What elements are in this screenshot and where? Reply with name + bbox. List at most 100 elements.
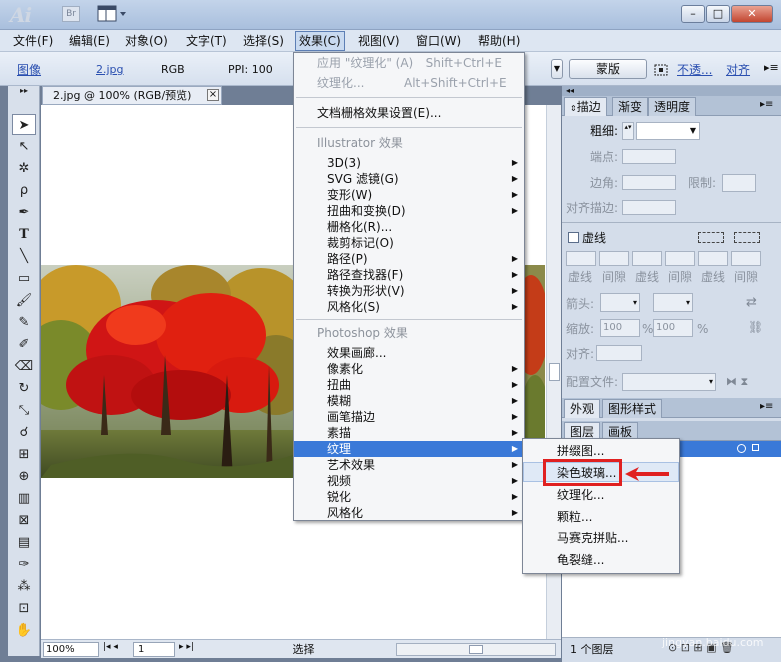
forest-photo[interactable] [41, 265, 293, 478]
gap-field-1[interactable] [599, 251, 629, 266]
limit-field[interactable] [722, 174, 756, 192]
blob-brush-tool-icon[interactable]: ✐ [12, 334, 36, 355]
horizontal-scrollbar[interactable] [396, 643, 556, 656]
arrowhead-start-dropdown[interactable]: ▾ [600, 293, 640, 312]
zoom-field[interactable]: 100% [43, 642, 99, 657]
menu-edit[interactable]: 编辑(E) [66, 33, 113, 49]
menu-item-svg-filters[interactable]: SVG 滤镜(G) ▶ [294, 171, 524, 187]
dock-collapse-icon[interactable]: ◂◂ [562, 86, 781, 96]
align-arrow-buttons[interactable] [596, 345, 642, 361]
rotate-tool-icon[interactable]: ↻ [12, 378, 36, 399]
layer-selection-icon[interactable] [752, 444, 759, 451]
menu-item-sketch[interactable]: 素描 ▶ [294, 425, 524, 441]
menu-item-pixelate[interactable]: 像素化 ▶ [294, 361, 524, 377]
menu-item-sharpen[interactable]: 锐化 ▶ [294, 489, 524, 505]
warp-tool-icon[interactable]: ☌ [12, 422, 36, 443]
status-mode[interactable]: 选择 [221, 642, 386, 657]
artboard-tool-icon[interactable]: ⊡ [12, 598, 36, 619]
menu-item-stylize-ai[interactable]: 风格化(S) ▶ [294, 299, 524, 315]
dash-field-2[interactable] [632, 251, 662, 266]
dash-style-1-icon[interactable] [698, 232, 724, 243]
menu-help[interactable]: 帮助(H) [475, 33, 523, 49]
menu-file[interactable]: 文件(F) [10, 33, 56, 49]
corner-buttons[interactable] [622, 175, 676, 190]
link-scale-icon[interactable]: ⛓ [748, 320, 763, 334]
submenu-item-texturizer[interactable]: 纹理化... [523, 485, 679, 505]
tab-graphic-styles[interactable]: 图形样式 [602, 399, 663, 418]
menu-item-warp[interactable]: 变形(W) ▶ [294, 187, 524, 203]
menu-item-brush-strokes[interactable]: 画笔描边 ▶ [294, 409, 524, 425]
submenu-item-craquelure[interactable]: 龟裂缝... [523, 550, 679, 570]
menu-item-video[interactable]: 视频 ▶ [294, 473, 524, 489]
toolbar-collapse-icon[interactable]: ▸▸ [12, 86, 36, 96]
flip-profile-icon[interactable]: ⧓ ⧗ [726, 375, 748, 389]
shape-builder-tool-icon[interactable]: ⊕ [12, 466, 36, 487]
menu-item-convert-to-shape[interactable]: 转换为形状(V) ▶ [294, 283, 524, 299]
hscroll-thumb[interactable] [469, 645, 483, 654]
magic-wand-tool-icon[interactable]: ✲ [12, 158, 36, 179]
align-link[interactable]: 对齐 [726, 63, 750, 77]
direct-selection-tool-icon[interactable]: ↖ [12, 136, 36, 157]
close-button[interactable]: ✕ [731, 5, 773, 23]
panel-menu-icon[interactable]: ▸≡ [764, 61, 779, 75]
gap-field-3[interactable] [731, 251, 761, 266]
scroll-thumb[interactable] [549, 363, 560, 381]
gap-field-2[interactable] [665, 251, 695, 266]
tab-stroke[interactable]: ⇕描边 [564, 97, 607, 116]
tab-gradient[interactable]: 渐变 [612, 97, 649, 116]
submenu-item-patchwork[interactable]: 拼缀图... [523, 441, 679, 461]
pencil-tool-icon[interactable]: ✎ [12, 312, 36, 333]
scale-field-2[interactable]: 100 [653, 319, 693, 337]
menu-item-texture[interactable]: 纹理 ▶ [294, 441, 524, 457]
paintbrush-tool-icon[interactable]: 🖌 [12, 290, 36, 311]
menu-item-pathfinder[interactable]: 路径查找器(F) ▶ [294, 267, 524, 283]
menu-object[interactable]: 对象(O) [122, 33, 171, 49]
weight-stepper[interactable]: ▴▾ [622, 122, 634, 140]
align-stroke-buttons[interactable] [622, 200, 676, 215]
appearance-menu-icon[interactable]: ▸≡ [760, 401, 773, 412]
cap-buttons[interactable] [622, 149, 676, 164]
tab-appearance[interactable]: 外观 [564, 399, 601, 418]
selection-tool-icon[interactable]: ➤ [12, 114, 36, 135]
menu-item-distort[interactable]: 扭曲 ▶ [294, 377, 524, 393]
menu-item-crop-marks[interactable]: 裁剪标记(O) [294, 235, 524, 251]
menu-effect[interactable]: 效果(C) [295, 31, 345, 51]
menu-item-blur[interactable]: 模糊 ▶ [294, 393, 524, 409]
menu-item-distort-transform[interactable]: 扭曲和变换(D) ▶ [294, 203, 524, 219]
gradient-tool-icon[interactable]: ▤ [12, 532, 36, 553]
menu-item-apply-last[interactable]: 应用 "纹理化" (A) Shift+Ctrl+E [294, 55, 524, 71]
arrange-documents-icon[interactable] [97, 5, 129, 23]
page-nav-first-icon[interactable]: |◂ ◂ [103, 642, 118, 652]
menu-item-path[interactable]: 路径(P) ▶ [294, 251, 524, 267]
dropdown-arrow-icon[interactable]: ▼ [551, 59, 563, 79]
dash-field-1[interactable] [566, 251, 596, 266]
profile-dropdown[interactable]: ▾ [622, 373, 716, 391]
menu-item-raster-settings[interactable]: 文档栅格效果设置(E)... [294, 105, 524, 121]
opacity-link[interactable]: 不透... [677, 63, 712, 77]
menu-item-artistic[interactable]: 艺术效果 ▶ [294, 457, 524, 473]
maximize-button[interactable]: □ [706, 5, 730, 23]
scale-tool-icon[interactable]: ⤡ [12, 400, 36, 421]
menu-item-3d[interactable]: 3D(3) ▶ [294, 155, 524, 171]
menu-select[interactable]: 选择(S) [240, 33, 287, 49]
eyedropper-tool-icon[interactable]: ✑ [12, 554, 36, 575]
weight-dropdown[interactable]: ▼ [636, 122, 700, 140]
hand-tool-icon[interactable]: ✋ [12, 620, 36, 641]
free-transform-tool-icon[interactable]: ⊞ [12, 444, 36, 465]
dash-style-2-icon[interactable] [734, 232, 760, 243]
mesh-tool-icon[interactable]: ⊠ [12, 510, 36, 531]
submenu-item-grain[interactable]: 颗粒... [523, 507, 679, 527]
page-nav-next-icon[interactable]: ▸ ▸| [179, 642, 194, 652]
menu-item-rasterize[interactable]: 栅格化(R)... [294, 219, 524, 235]
dash-field-3[interactable] [698, 251, 728, 266]
page-field[interactable]: 1 [133, 642, 175, 657]
submenu-item-mosaic-tiles[interactable]: 马赛克拼贴... [523, 528, 679, 548]
eraser-tool-icon[interactable]: ⌫ [12, 356, 36, 377]
line-tool-icon[interactable]: ╲ [12, 246, 36, 267]
menu-window[interactable]: 窗口(W) [413, 33, 464, 49]
minimize-button[interactable]: – [681, 5, 705, 23]
mask-button[interactable]: 蒙版 [569, 59, 647, 79]
filename-link[interactable]: 2.jpg [96, 63, 124, 77]
menu-item-last-effect[interactable]: 纹理化... Alt+Shift+Ctrl+E [294, 75, 524, 91]
menu-view[interactable]: 视图(V) [355, 33, 403, 49]
